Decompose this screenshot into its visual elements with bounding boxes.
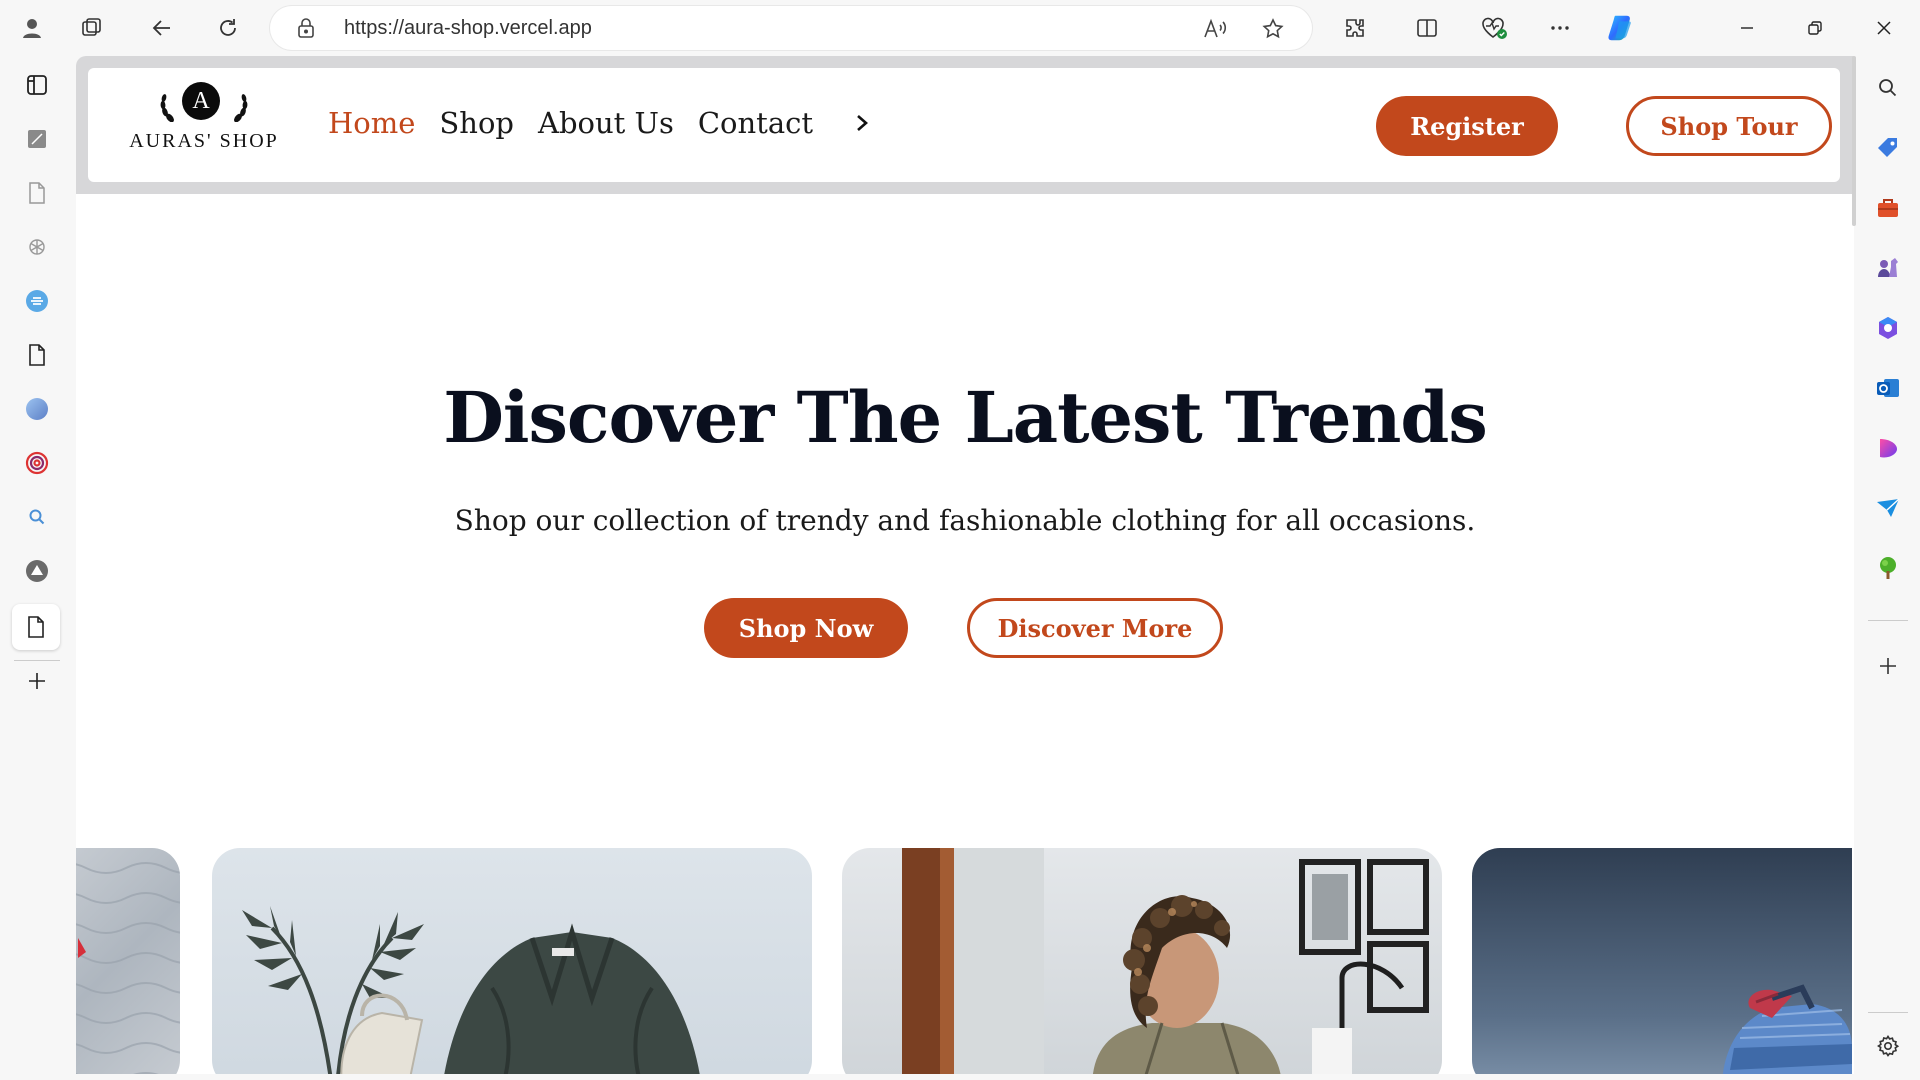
site-logo[interactable]: A AURAS' SHOP	[124, 82, 284, 162]
logo-wordmark: AURAS' SHOP	[129, 130, 279, 152]
add-icon[interactable]	[1872, 650, 1904, 682]
outlook-icon[interactable]	[1872, 372, 1904, 404]
designer-icon[interactable]	[1872, 432, 1904, 464]
search-icon[interactable]	[1872, 72, 1904, 104]
more-options-icon[interactable]	[1544, 12, 1576, 44]
url-text[interactable]: https://aura-shop.vercel.app	[344, 17, 592, 40]
discover-more-button[interactable]: Discover More	[967, 598, 1223, 658]
logo-monogram: A	[182, 82, 220, 120]
nav-link-contact[interactable]: Contact	[698, 106, 813, 140]
vertical-tabs-sidebar	[0, 56, 74, 1080]
laurel-left-icon	[160, 94, 174, 122]
link-icon[interactable]	[20, 284, 54, 318]
settings-icon[interactable]	[1872, 1030, 1904, 1062]
chevron-right-icon[interactable]	[847, 108, 877, 138]
restore-icon[interactable]	[1799, 12, 1831, 44]
sidebar-divider	[1868, 1012, 1908, 1013]
register-button[interactable]: Register	[1376, 96, 1558, 156]
workspaces-icon[interactable]	[76, 12, 108, 44]
main-nav: Home Shop About Us Contact	[328, 106, 877, 140]
refresh-icon[interactable]	[212, 12, 244, 44]
send-icon[interactable]	[1872, 492, 1904, 524]
games-icon[interactable]	[1872, 252, 1904, 284]
hero-title: Discover The Latest Trends	[443, 376, 1488, 459]
copilot-icon[interactable]	[1606, 12, 1638, 44]
site-header: A AURAS' SHOP Home Shop About Us Contact…	[76, 56, 1854, 194]
read-aloud-icon[interactable]	[1200, 14, 1230, 44]
search-icon[interactable]	[20, 500, 54, 534]
sidebar-divider	[1868, 620, 1908, 621]
new-tab-icon[interactable]	[20, 664, 54, 698]
favorites-star-icon[interactable]	[1258, 14, 1288, 44]
minimize-icon[interactable]	[1731, 12, 1763, 44]
close-icon[interactable]	[1868, 12, 1900, 44]
shop-tour-button[interactable]: Shop Tour	[1626, 96, 1832, 156]
browser-toolbar: https://aura-shop.vercel.app	[0, 0, 1920, 56]
knit-fabric-image[interactable]	[76, 848, 180, 1074]
nav-link-home[interactable]: Home	[328, 106, 415, 140]
nav-link-about-us[interactable]: About Us	[538, 106, 674, 140]
woman-curly-hair-image[interactable]	[842, 848, 1442, 1074]
page-scrollbar[interactable]	[1852, 56, 1856, 226]
active-page-icon[interactable]	[12, 604, 60, 650]
page-icon[interactable]	[20, 176, 54, 210]
site-info-icon[interactable]	[294, 16, 318, 40]
nav-link-shop[interactable]: Shop	[439, 106, 514, 140]
document-icon[interactable]	[20, 338, 54, 372]
shopping-tag-icon[interactable]	[1872, 132, 1904, 164]
blue-sneaker-image[interactable]	[1472, 848, 1852, 1074]
note-icon[interactable]	[20, 122, 54, 156]
swirl-app-icon[interactable]	[20, 446, 54, 480]
laurel-right-icon	[234, 94, 248, 122]
openai-icon[interactable]	[20, 230, 54, 264]
browser-essentials-icon[interactable]	[1478, 12, 1510, 44]
tab-actions-icon[interactable]	[20, 68, 54, 102]
back-icon[interactable]	[146, 12, 178, 44]
page-viewport: A AURAS' SHOP Home Shop About Us Contact…	[76, 56, 1854, 1074]
edge-sidebar	[1856, 56, 1920, 1080]
up-arrow-app-icon[interactable]	[20, 554, 54, 588]
tools-briefcase-icon[interactable]	[1872, 192, 1904, 224]
extensions-icon[interactable]	[1339, 12, 1371, 44]
site-navbar: A AURAS' SHOP Home Shop About Us Contact…	[88, 68, 1840, 182]
profile-icon[interactable]	[16, 12, 48, 44]
jacket-and-plant-image[interactable]	[212, 848, 812, 1074]
address-bar[interactable]: https://aura-shop.vercel.app	[270, 6, 1312, 50]
sidebar-divider	[14, 660, 60, 661]
shop-now-button[interactable]: Shop Now	[704, 598, 908, 658]
split-screen-icon[interactable]	[1411, 12, 1443, 44]
tree-icon[interactable]	[1872, 552, 1904, 584]
circle-app-icon[interactable]	[20, 392, 54, 426]
hero-subtitle: Shop our collection of trendy and fashio…	[454, 504, 1476, 537]
microsoft365-icon[interactable]	[1872, 312, 1904, 344]
